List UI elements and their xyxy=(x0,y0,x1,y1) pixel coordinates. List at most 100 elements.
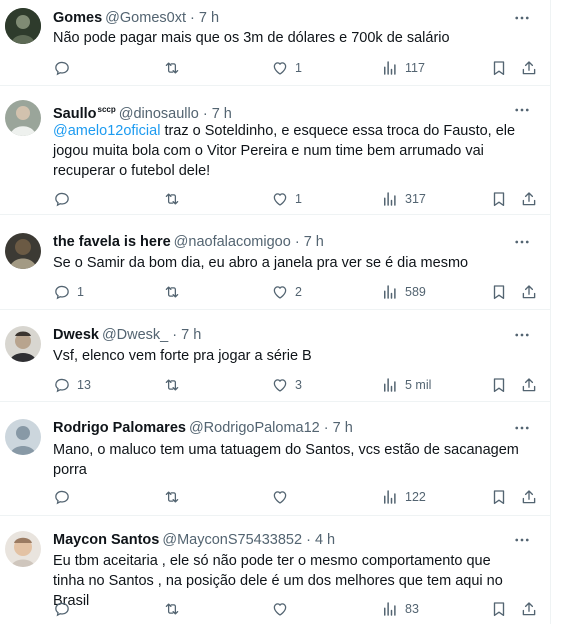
tweet[interactable]: Rodrigo Palomares @RodrigoPaloma12 · 7 h … xyxy=(0,402,551,516)
like-count: 3 xyxy=(295,378,302,392)
views-button[interactable]: 317 xyxy=(381,189,426,209)
retweet-button[interactable] xyxy=(163,487,187,507)
more-icon[interactable] xyxy=(513,531,531,549)
avatar[interactable] xyxy=(5,8,41,44)
bookmark-button[interactable] xyxy=(490,189,508,209)
more-icon[interactable] xyxy=(513,233,531,251)
action-bar: 1 2 589 xyxy=(53,282,541,302)
share-button[interactable] xyxy=(520,58,538,78)
tweet-text-content: Vsf, elenco vem forte pra jogar a série … xyxy=(53,348,312,364)
timestamp[interactable]: 7 h xyxy=(199,10,219,26)
tweet-text: Vsf, elenco vem forte pra jogar a série … xyxy=(53,346,523,366)
share-icon xyxy=(522,602,536,616)
avatar[interactable] xyxy=(5,233,41,269)
retweet-button[interactable] xyxy=(163,58,187,78)
like-button[interactable]: 1 xyxy=(271,58,302,78)
timestamp[interactable]: 7 h xyxy=(181,327,201,343)
retweet-button[interactable] xyxy=(163,375,187,395)
views-button[interactable]: 83 xyxy=(381,599,419,619)
user-handle[interactable]: @RodrigoPaloma12 xyxy=(189,420,320,436)
reply-button[interactable] xyxy=(53,487,77,507)
like-button[interactable]: 3 xyxy=(271,375,302,395)
reply-count: 13 xyxy=(77,378,91,392)
reply-button[interactable] xyxy=(53,599,77,619)
reply-button[interactable]: 1 xyxy=(53,282,84,302)
avatar[interactable] xyxy=(5,419,41,455)
bookmark-button[interactable] xyxy=(490,487,508,507)
bookmark-icon xyxy=(493,602,505,617)
share-button[interactable] xyxy=(520,375,538,395)
like-button[interactable] xyxy=(271,487,295,507)
like-icon xyxy=(273,379,287,392)
tweet-text-content: Não pode pagar mais que os 3m de dólares… xyxy=(53,30,450,46)
views-button[interactable]: 5 mil xyxy=(381,375,431,395)
more-icon[interactable] xyxy=(513,419,531,437)
user-handle[interactable]: @naofalacomigoo xyxy=(174,234,291,250)
retweet-icon xyxy=(165,62,179,74)
avatar[interactable] xyxy=(5,100,41,136)
more-icon[interactable] xyxy=(513,101,531,119)
timestamp[interactable]: 4 h xyxy=(315,532,335,548)
bookmark-button[interactable] xyxy=(490,282,508,302)
user-handle[interactable]: @dinosaullo xyxy=(119,106,199,122)
share-icon xyxy=(522,61,536,75)
bookmark-button[interactable] xyxy=(490,599,508,619)
timestamp[interactable]: 7 h xyxy=(304,234,324,250)
display-name[interactable]: Gomes xyxy=(53,10,102,26)
reply-button[interactable]: 13 xyxy=(53,375,91,395)
separator-dot: · xyxy=(294,234,300,250)
reply-icon xyxy=(55,61,69,76)
user-handle[interactable]: @Gomes0xt xyxy=(105,10,186,26)
display-name[interactable]: Dwesk xyxy=(53,327,99,343)
timestamp[interactable]: 7 h xyxy=(333,420,353,436)
share-button[interactable] xyxy=(520,599,538,619)
like-icon xyxy=(273,193,287,206)
share-button[interactable] xyxy=(520,189,538,209)
avatar[interactable] xyxy=(5,531,41,567)
mention-link[interactable]: @amelo12oficial xyxy=(53,123,160,139)
share-icon xyxy=(522,490,536,504)
reply-icon xyxy=(55,490,69,505)
retweet-button[interactable] xyxy=(163,599,187,619)
tweet[interactable]: the favela is here @naofalacomigoo · 7 h … xyxy=(0,215,551,310)
user-handle[interactable]: @Dwesk_ xyxy=(102,327,168,343)
like-button[interactable] xyxy=(271,599,295,619)
retweet-button[interactable] xyxy=(163,282,187,302)
share-button[interactable] xyxy=(520,282,538,302)
tweet-header: Maycon Santos @MayconS75433852 · 4 h xyxy=(53,531,335,549)
tweet-text: Mano, o maluco tem uma tatuagem do Santo… xyxy=(53,440,523,480)
tweet[interactable]: Saullosccp @dinosaullo · 7 h @amelo12ofic… xyxy=(0,86,551,215)
bookmark-button[interactable] xyxy=(490,58,508,78)
more-icon[interactable] xyxy=(513,9,531,27)
retweet-button[interactable] xyxy=(163,189,187,209)
tweet[interactable]: Maycon Santos @MayconS75433852 · 4 h Eu t… xyxy=(0,516,551,624)
share-icon xyxy=(522,192,536,206)
display-name[interactable]: Rodrigo Palomares xyxy=(53,420,186,436)
user-handle[interactable]: @MayconS75433852 xyxy=(162,532,302,548)
more-icon[interactable] xyxy=(513,326,531,344)
tweet[interactable]: Dwesk @Dwesk_ · 7 h Vsf, elenco vem forte… xyxy=(0,310,551,402)
views-button[interactable]: 117 xyxy=(381,58,425,78)
tweet[interactable]: Gomes @Gomes0xt · 7 h Não pode pagar mais… xyxy=(0,0,551,86)
views-button[interactable]: 122 xyxy=(381,487,426,507)
views-icon xyxy=(384,602,396,616)
like-button[interactable]: 1 xyxy=(271,189,302,209)
share-button[interactable] xyxy=(520,487,538,507)
bookmark-icon xyxy=(493,378,505,393)
reply-button[interactable] xyxy=(53,189,77,209)
reply-icon xyxy=(55,378,69,393)
retweet-icon xyxy=(165,491,179,503)
bookmark-button[interactable] xyxy=(490,375,508,395)
share-icon xyxy=(522,285,536,299)
reply-button[interactable] xyxy=(53,58,77,78)
action-bar: 83 xyxy=(53,599,541,619)
timestamp[interactable]: 7 h xyxy=(212,106,232,122)
tweet-header: Saullosccp @dinosaullo · 7 h xyxy=(53,101,232,123)
display-name[interactable]: the favela is here xyxy=(53,234,171,250)
retweet-icon xyxy=(165,286,179,298)
display-name[interactable]: Saullo xyxy=(53,106,97,122)
display-name[interactable]: Maycon Santos xyxy=(53,532,159,548)
views-button[interactable]: 589 xyxy=(381,282,426,302)
avatar[interactable] xyxy=(5,326,41,362)
like-button[interactable]: 2 xyxy=(271,282,302,302)
